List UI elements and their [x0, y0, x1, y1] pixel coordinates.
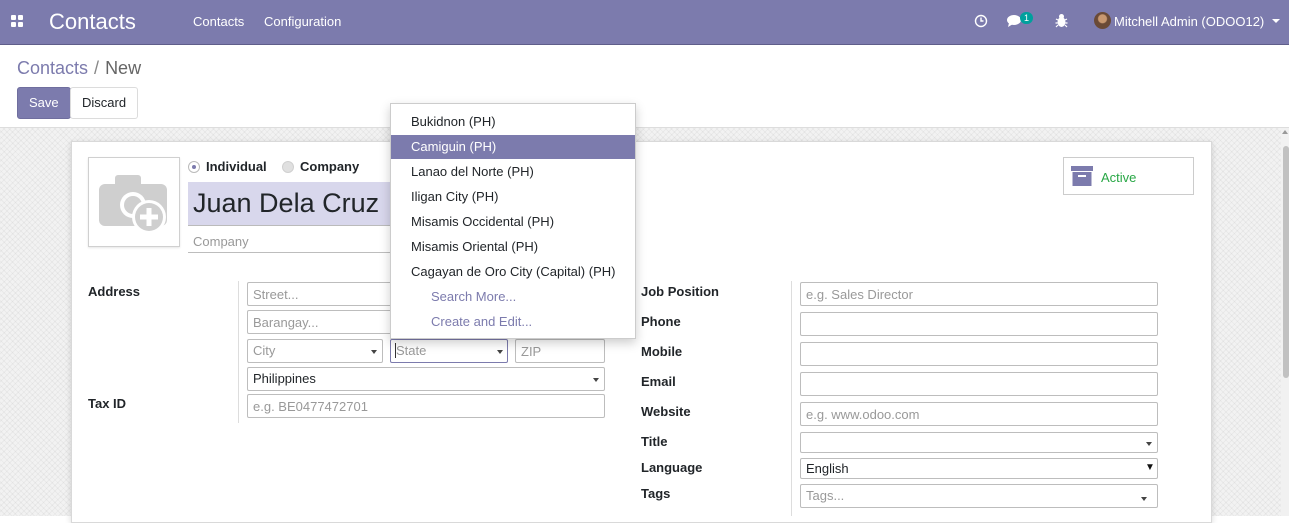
app-title: Contacts: [49, 9, 136, 34]
phone-input[interactable]: [800, 312, 1158, 336]
language-label: Language: [641, 460, 703, 475]
email-input[interactable]: [800, 372, 1158, 396]
title-select[interactable]: [800, 432, 1158, 453]
mobile-label: Mobile: [641, 344, 683, 359]
chevron-down-icon: [497, 350, 503, 354]
search-more-link[interactable]: Search More...: [391, 285, 635, 309]
messages-badge: 1: [1020, 12, 1034, 24]
tax-id-label: Tax ID: [88, 396, 127, 411]
job-position-input[interactable]: [800, 282, 1158, 306]
chevron-down-icon: [371, 350, 377, 354]
text-cursor: [395, 343, 396, 358]
website-input[interactable]: [800, 402, 1158, 426]
dropdown-option[interactable]: Cagayan de Oro City (Capital) (PH): [391, 260, 635, 284]
email-label: Email: [641, 374, 676, 389]
dropdown-option[interactable]: Bukidnon (PH): [391, 110, 635, 134]
name-input[interactable]: [188, 182, 392, 226]
breadcrumb-current: New: [105, 58, 142, 78]
radio-company[interactable]: [282, 161, 294, 173]
clock-icon[interactable]: [974, 14, 988, 28]
radio-individual-label[interactable]: Individual: [206, 159, 267, 174]
dropdown-option[interactable]: Misamis Occidental (PH): [391, 210, 635, 234]
title-label: Title: [641, 434, 668, 449]
tags-input[interactable]: Tags...: [800, 484, 1158, 508]
radio-company-label[interactable]: Company: [300, 159, 359, 174]
column-divider: [238, 281, 239, 423]
dropdown-option[interactable]: Iligan City (PH): [391, 185, 635, 209]
radio-individual[interactable]: [188, 161, 200, 173]
scroll-up-arrow[interactable]: [1282, 130, 1288, 134]
mobile-input[interactable]: [800, 342, 1158, 366]
chevron-down-icon: [1146, 442, 1152, 446]
tags-label: Tags: [641, 486, 671, 501]
column-divider: [791, 281, 792, 516]
user-menu[interactable]: Mitchell Admin (ODOO12): [1114, 14, 1264, 29]
save-button[interactable]: Save: [17, 87, 71, 119]
archive-icon: [1071, 166, 1093, 186]
city-select[interactable]: City: [247, 339, 383, 363]
menu-configuration[interactable]: Configuration: [264, 14, 341, 29]
job-position-label: Job Position: [641, 284, 719, 299]
camera-plus-icon: [99, 175, 167, 234]
active-label: Active: [1101, 170, 1137, 185]
chevron-down-icon: [1141, 497, 1147, 501]
select-arrow-icon: ▼: [1145, 462, 1155, 473]
phone-label: Phone: [641, 314, 681, 329]
dropdown-option-highlighted[interactable]: Camiguin (PH): [391, 135, 635, 159]
chevron-down-icon: [593, 378, 599, 382]
discard-button[interactable]: Discard: [70, 87, 139, 119]
website-label: Website: [641, 404, 691, 419]
company-input[interactable]: [188, 231, 396, 253]
state-autocomplete-dropdown: Bukidnon (PH) Camiguin (PH) Lanao del No…: [390, 103, 636, 339]
language-select[interactable]: English: [800, 458, 1158, 479]
create-and-edit-link[interactable]: Create and Edit...: [391, 310, 635, 334]
state-select[interactable]: State: [390, 339, 508, 363]
dropdown-option[interactable]: Misamis Oriental (PH): [391, 235, 635, 259]
chevron-down-icon[interactable]: [1272, 19, 1280, 23]
breadcrumb-separator: /: [94, 58, 100, 78]
scrollbar-thumb[interactable]: [1283, 146, 1289, 378]
breadcrumb-contacts[interactable]: Contacts: [17, 58, 88, 78]
dropdown-option[interactable]: Lanao del Norte (PH): [391, 160, 635, 184]
country-select[interactable]: Philippines: [247, 367, 605, 391]
avatar[interactable]: [1094, 12, 1111, 29]
zip-input[interactable]: [515, 339, 605, 363]
top-navbar: Contacts Contacts Configuration 1 Mitche…: [0, 0, 1289, 45]
tax-id-input[interactable]: [247, 394, 605, 418]
breadcrumb: Contacts / New: [17, 58, 141, 79]
contact-image[interactable]: [88, 157, 180, 247]
menu-contacts[interactable]: Contacts: [193, 14, 244, 29]
address-label: Address: [88, 284, 141, 299]
bug-icon[interactable]: [1055, 13, 1068, 28]
apps-icon[interactable]: [11, 15, 23, 27]
